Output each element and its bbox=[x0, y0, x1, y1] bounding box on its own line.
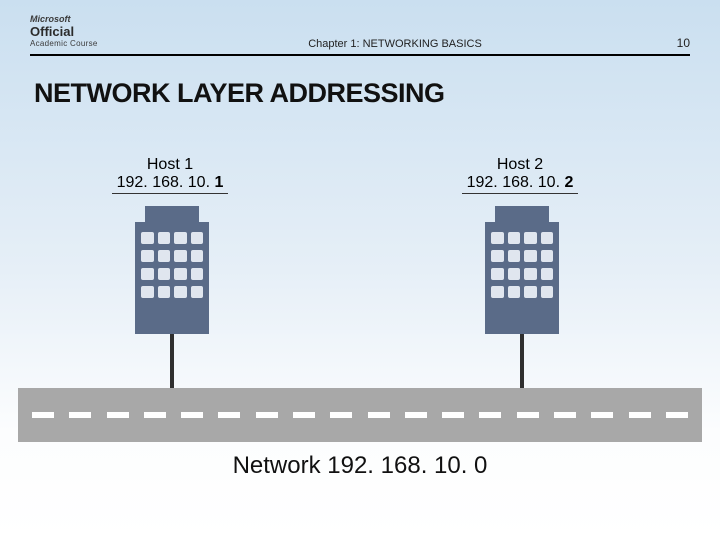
header: Microsoft Official Academic Course Chapt… bbox=[30, 14, 690, 50]
host2-building-icon bbox=[485, 206, 559, 334]
network-label-prefix: Network bbox=[233, 452, 328, 479]
page-number: 10 bbox=[650, 36, 690, 50]
host2-name: Host 2 bbox=[440, 156, 600, 174]
host1-label: Host 1 192. 168. 10. 1 bbox=[90, 156, 250, 192]
logo-line-academic: Academic Course bbox=[30, 39, 98, 48]
header-rule bbox=[30, 54, 690, 56]
host1-ip-last: 1 bbox=[214, 174, 223, 191]
road-dashes bbox=[32, 412, 688, 418]
network-label: Network 192. 168. 10. 0 bbox=[0, 452, 720, 480]
host1-ip-prefix: 192. 168. 10. bbox=[117, 174, 215, 191]
publisher-logo: Microsoft Official Academic Course bbox=[30, 14, 140, 50]
host1-building-icon bbox=[135, 206, 209, 334]
slide-title: NETWORK LAYER ADDRESSING bbox=[34, 78, 445, 109]
network-bus-icon bbox=[18, 388, 702, 442]
host2-ip-last: 2 bbox=[564, 174, 573, 191]
host2-ip-prefix: 192. 168. 10. bbox=[467, 174, 565, 191]
logo-line-official: Official bbox=[30, 24, 74, 39]
network-ip: 192. 168. 10. 0 bbox=[327, 452, 487, 479]
slide: Microsoft Official Academic Course Chapt… bbox=[0, 0, 720, 540]
chapter-label: Chapter 1: NETWORKING BASICS bbox=[140, 38, 650, 50]
host2-label: Host 2 192. 168. 10. 2 bbox=[440, 156, 600, 192]
host2-underline bbox=[462, 193, 578, 194]
host1-name: Host 1 bbox=[90, 156, 250, 174]
logo-line-microsoft: Microsoft bbox=[30, 14, 71, 24]
host1-underline bbox=[112, 193, 228, 194]
